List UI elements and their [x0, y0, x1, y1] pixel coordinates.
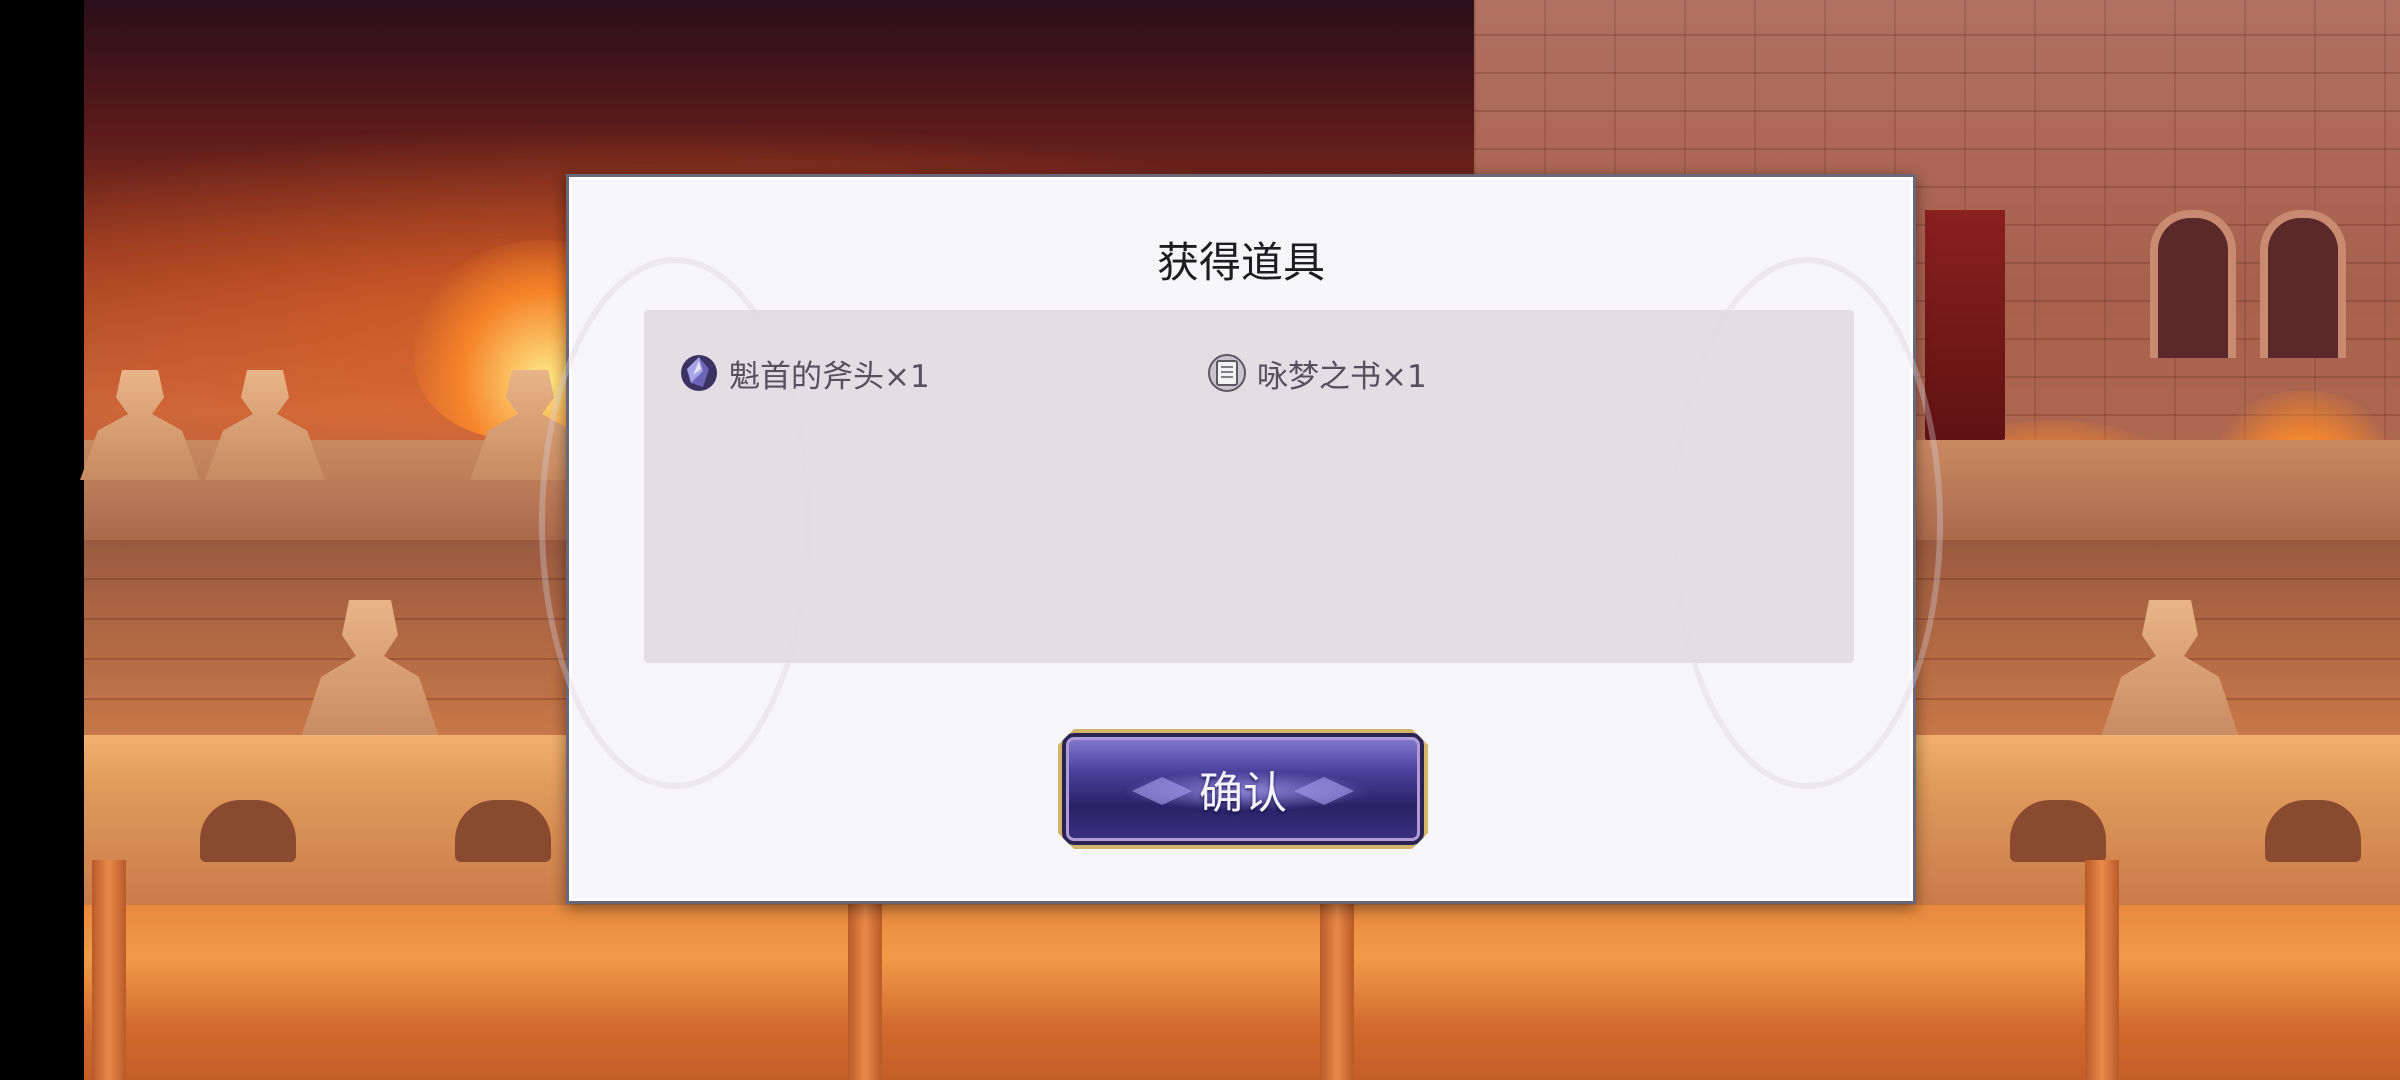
castle-window — [2150, 210, 2236, 358]
parapet-opening — [2265, 800, 2361, 862]
book-icon — [1207, 353, 1247, 393]
front-railing — [84, 905, 2400, 1080]
parapet-opening — [2010, 800, 2106, 862]
castle-banner — [1925, 210, 2005, 470]
parapet-opening — [200, 800, 296, 862]
reward-item: 咏梦之书×1 — [1207, 350, 1427, 396]
reward-item-label: 咏梦之书×1 — [1257, 358, 1427, 395]
reward-item: 魁首的斧头×1 — [679, 350, 930, 396]
left-black-bar — [0, 0, 84, 1080]
dialog-title: 获得道具 — [1156, 238, 1325, 287]
confirm-button[interactable]: 确认 — [1058, 729, 1428, 849]
reward-item-label: 魁首的斧头×1 — [729, 358, 930, 395]
crystal-axe-icon — [679, 353, 719, 393]
railing-post — [2085, 860, 2119, 1080]
confirm-button-label: 确认 — [1199, 768, 1287, 819]
railing-post — [92, 860, 126, 1080]
items-panel: 魁首的斧头×1 咏梦之书×1 — [644, 310, 1854, 663]
castle-window — [2260, 210, 2346, 358]
parapet-opening — [455, 800, 551, 862]
item-reward-dialog: 获得道具 魁首的斧头×1 咏梦之书×1 确认 — [539, 174, 1943, 904]
